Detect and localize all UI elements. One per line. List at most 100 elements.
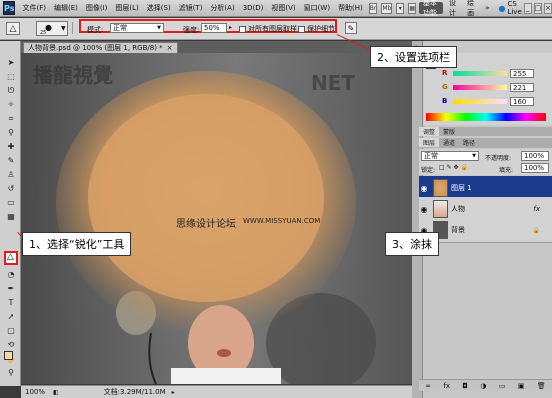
- zoom-value[interactable]: 100%: [25, 388, 45, 396]
- tab-masks[interactable]: 蒙版: [439, 127, 459, 136]
- lock-icons[interactable]: □ ✎ ✥ 🔒: [439, 164, 468, 171]
- tab-layers[interactable]: 图层: [419, 138, 440, 147]
- workspace-essentials[interactable]: 基本功能: [418, 0, 444, 17]
- brush-tool-icon[interactable]: ✎: [5, 155, 17, 166]
- blue-value[interactable]: 160: [510, 96, 534, 106]
- protect-detail-checkbox-box[interactable]: [298, 25, 305, 33]
- document-tab[interactable]: 人物背景.psd @ 100% (图层 1, RGB/8) * ×: [23, 42, 178, 53]
- menu-analysis[interactable]: 分析(A): [206, 3, 238, 13]
- pressure-icon[interactable]: ✎: [345, 22, 357, 34]
- sharpen-tool-button[interactable]: △: [4, 251, 18, 265]
- crop-tool-icon[interactable]: ⌗: [5, 113, 17, 124]
- minibridge-icon[interactable]: Mb: [381, 2, 393, 14]
- red-track[interactable]: [453, 70, 507, 76]
- strength-input[interactable]: 50%: [201, 23, 227, 33]
- tab-channels[interactable]: 通道: [439, 138, 459, 147]
- menu-layer[interactable]: 图层(L): [111, 3, 142, 13]
- menu-help[interactable]: 帮助(H): [334, 3, 367, 13]
- status-menu-icon[interactable]: ▸: [172, 389, 175, 396]
- cs-live-label: CS Live: [507, 0, 522, 16]
- marquee-tool-icon[interactable]: ⬚: [5, 71, 17, 82]
- menu-file[interactable]: 文件(F): [18, 3, 50, 13]
- brush-preset-picker[interactable]: ● 25 ▼: [36, 21, 68, 36]
- move-tool-icon[interactable]: ➤: [5, 57, 17, 68]
- quick-select-tool-icon[interactable]: ✧: [5, 99, 17, 110]
- menu-3d[interactable]: 3D(D): [239, 4, 268, 12]
- sample-all-checkbox-box[interactable]: [239, 25, 246, 33]
- bridge-icon[interactable]: Br: [368, 2, 378, 14]
- add-style-icon[interactable]: fx: [443, 382, 450, 390]
- cs-live-button[interactable]: ● CS Live: [498, 0, 521, 16]
- chevron-right-icon[interactable]: ▸: [229, 24, 232, 31]
- healing-tool-icon[interactable]: ✚: [5, 141, 17, 152]
- close-icon[interactable]: ×: [544, 2, 552, 14]
- path-select-tool-icon[interactable]: ➚: [5, 311, 17, 322]
- sample-all-layers-checkbox[interactable]: 对所有图层取样: [239, 24, 297, 34]
- new-group-icon[interactable]: ▭: [499, 382, 506, 390]
- arrange-icon[interactable]: ▦: [408, 2, 416, 14]
- layer-name[interactable]: 图层 1: [451, 183, 472, 193]
- document-canvas[interactable]: 播龍視覺 NET 思缘设计论坛 WWW.MISSYUAN.COM: [21, 53, 412, 384]
- menu-window[interactable]: 窗口(W): [300, 3, 334, 13]
- shape-tool-icon[interactable]: ▢: [5, 325, 17, 336]
- visibility-eye-icon[interactable]: ◉: [419, 205, 429, 214]
- sharpen-tool-icon: △: [7, 252, 14, 262]
- menu-select[interactable]: 选择(S): [143, 3, 175, 13]
- layer-name[interactable]: 背景: [451, 225, 465, 235]
- green-value[interactable]: 221: [510, 82, 534, 92]
- zoom-level-icon[interactable]: ▾: [396, 2, 405, 14]
- menu-view[interactable]: 视图(V): [267, 3, 299, 13]
- visibility-eye-icon[interactable]: ◉: [419, 184, 429, 193]
- menu-edit[interactable]: 编辑(E): [50, 3, 82, 13]
- blue-track[interactable]: [453, 98, 507, 104]
- eyedropper-tool-icon[interactable]: ⚲: [5, 127, 17, 138]
- history-brush-tool-icon[interactable]: ↺: [5, 183, 17, 194]
- red-value[interactable]: 255: [510, 68, 534, 78]
- eraser-tool-icon[interactable]: ▭: [5, 197, 17, 208]
- green-slider[interactable]: G 221: [442, 82, 552, 92]
- tab-adjustments[interactable]: 调整: [419, 127, 440, 136]
- layers-bottom-bar: ∞ fx ◘ ◑ ▭ ▣ 🗑: [419, 379, 552, 391]
- new-layer-icon[interactable]: ▣: [518, 382, 525, 390]
- dodge-tool-icon[interactable]: ◔: [5, 269, 17, 280]
- forum-watermark-url: WWW.MISSYUAN.COM: [243, 217, 321, 225]
- workspace-painting[interactable]: 绘画: [463, 0, 479, 17]
- blend-mode-select[interactable]: 正常 ▼: [421, 151, 479, 161]
- link-layers-icon[interactable]: ∞: [425, 382, 431, 390]
- opacity-value: 100%: [524, 152, 545, 160]
- green-track[interactable]: [453, 84, 507, 90]
- menu-bar: Ps 文件(F) 编辑(E) 图像(I) 图层(L) 选择(S) 滤镜(T) 分…: [0, 0, 552, 17]
- maximize-icon[interactable]: □: [533, 2, 543, 14]
- blue-slider[interactable]: B 160: [442, 96, 552, 106]
- watermark-left: 播龍視覺: [33, 63, 113, 87]
- minimize-icon[interactable]: _: [523, 2, 532, 14]
- menu-image[interactable]: 图像(I): [82, 3, 112, 13]
- foreground-color-swatch[interactable]: [4, 351, 13, 360]
- opacity-input[interactable]: 100%: [521, 151, 549, 161]
- clone-stamp-tool-icon[interactable]: ♙: [5, 169, 17, 180]
- lasso-tool-icon[interactable]: ᘎ: [5, 85, 17, 96]
- tool-preset-icon[interactable]: △: [6, 22, 20, 35]
- adjustment-layer-icon[interactable]: ◑: [480, 382, 486, 390]
- brush-panel-icon[interactable]: [72, 22, 78, 34]
- add-mask-icon[interactable]: ◘: [462, 382, 468, 390]
- workspace-more[interactable]: »: [481, 2, 493, 14]
- trash-icon[interactable]: 🗑: [537, 382, 546, 390]
- tab-paths[interactable]: 路径: [459, 138, 479, 147]
- menu-filter[interactable]: 滤镜(T): [175, 3, 207, 13]
- pen-tool-icon[interactable]: ✒: [5, 283, 17, 294]
- protect-detail-checkbox[interactable]: 保护细节: [298, 24, 335, 34]
- layer-name[interactable]: 人物: [451, 204, 465, 214]
- red-slider[interactable]: R 255: [442, 68, 552, 78]
- lock-icon: 🔒: [532, 226, 540, 234]
- fill-input[interactable]: 100%: [521, 163, 549, 173]
- mode-select[interactable]: 正常 ▼: [110, 23, 164, 33]
- zoom-tool-icon[interactable]: ⚲: [5, 367, 17, 378]
- layer-fx-badge[interactable]: fx: [533, 205, 540, 213]
- workspace-design[interactable]: 设计: [445, 0, 461, 17]
- gradient-tool-icon[interactable]: ▦: [5, 211, 17, 222]
- type-tool-icon[interactable]: T: [5, 297, 17, 308]
- close-icon[interactable]: ×: [167, 44, 173, 52]
- 3d-rotate-tool-icon[interactable]: ⟲: [5, 339, 17, 350]
- color-spectrum-bar[interactable]: [426, 113, 546, 121]
